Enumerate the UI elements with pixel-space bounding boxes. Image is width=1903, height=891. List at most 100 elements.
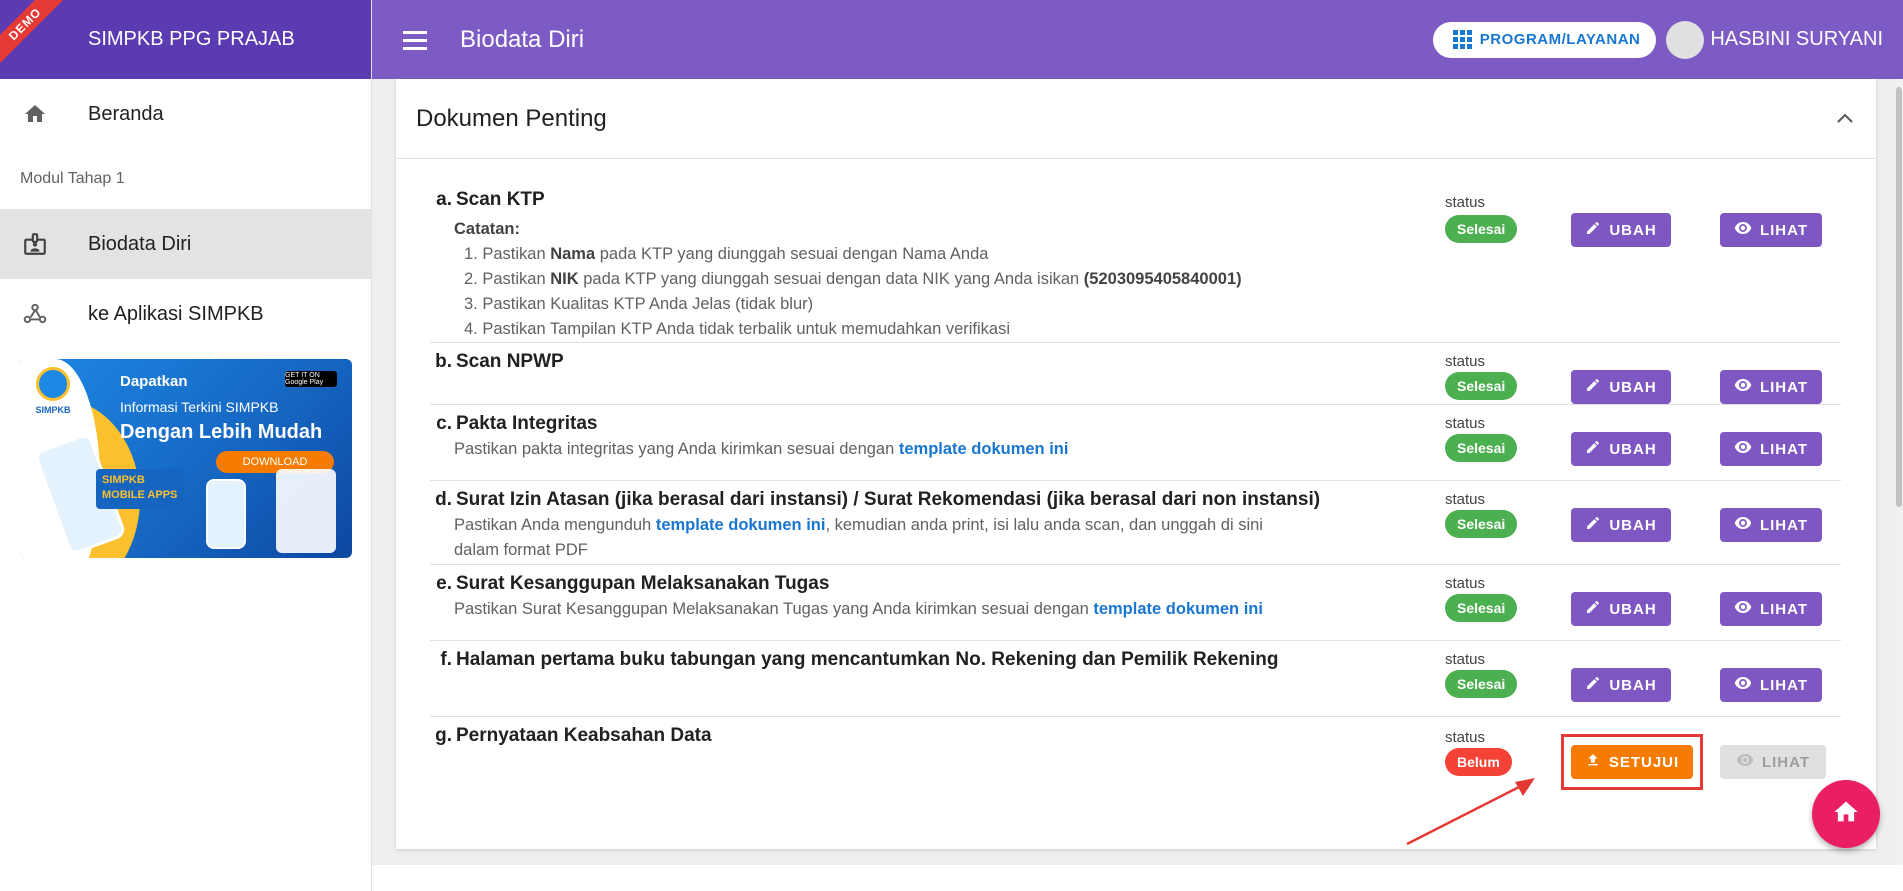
pencil-icon: [1585, 599, 1601, 619]
status-badge: Selesai: [1445, 594, 1518, 622]
scrollbar-thumb[interactable]: [1896, 87, 1902, 507]
eye-icon: [1734, 600, 1752, 618]
pencil-icon: [1585, 220, 1601, 240]
ubah-button[interactable]: UBAH: [1571, 592, 1671, 626]
lihat-button[interactable]: LIHAT: [1720, 370, 1822, 404]
eye-icon: [1734, 440, 1752, 458]
status-badge: Selesai: [1445, 215, 1518, 243]
badge-icon: [20, 229, 50, 259]
status-label: status: [1445, 353, 1486, 370]
sidebar-item-aplikasi-simpkb[interactable]: ke Aplikasi SIMPKB: [0, 279, 371, 349]
promo-line2: Informasi Terkini SIMPKB: [120, 399, 279, 415]
document-row-surat-izin: d. Surat Izin Atasan (jika berasal dari i…: [430, 481, 1841, 565]
demo-ribbon: DEMO: [0, 0, 71, 70]
sidebar-item-label: ke Aplikasi SIMPKB: [88, 302, 264, 325]
simpkb-logo: SIMPKB: [32, 367, 74, 419]
phone-illustration: [276, 469, 336, 553]
pencil-icon: [1585, 675, 1601, 695]
document-row-pakta: c. Pakta Integritas Pastikan pakta integr…: [430, 405, 1841, 481]
ubah-button[interactable]: UBAH: [1571, 432, 1671, 466]
ubah-button[interactable]: UBAH: [1571, 668, 1671, 702]
document-row-pernyataan: g. Pernyataan Keabsahan Data status Belum…: [430, 717, 1841, 807]
sidebar-item-biodata-diri[interactable]: Biodata Diri: [0, 209, 371, 279]
eye-icon: [1734, 378, 1752, 396]
pencil-icon: [1585, 377, 1601, 397]
status-label: status: [1445, 575, 1486, 592]
document-title: a. Scan KTP: [436, 189, 545, 210]
document-description: Pastikan pakta integritas yang Anda kiri…: [454, 440, 1069, 458]
lihat-button-disabled: LIHAT: [1720, 745, 1826, 779]
status-badge: Selesai: [1445, 434, 1518, 462]
home-icon: [20, 99, 50, 129]
avatar[interactable]: [1666, 20, 1705, 59]
document-row-ktp: a. Scan KTP Catatan: 1. Pastikan Nama pad…: [430, 189, 1841, 343]
status-label: status: [1445, 415, 1486, 432]
document-title: b. Scan NPWP: [435, 351, 564, 372]
status-label: status: [1445, 651, 1486, 668]
eye-icon: [1734, 516, 1752, 534]
webhook-icon: [20, 299, 50, 329]
lihat-button[interactable]: LIHAT: [1720, 432, 1822, 466]
document-title: e. Surat Kesanggupan Melaksanakan Tugas: [436, 573, 830, 594]
lihat-button[interactable]: LIHAT: [1720, 213, 1822, 247]
upload-icon: [1585, 752, 1601, 772]
sidebar-item-label: Beranda: [88, 102, 164, 125]
home-fab-button[interactable]: [1812, 780, 1880, 848]
sidebar-item-label: Biodata Diri: [88, 232, 192, 255]
template-link[interactable]: template dokumen ini: [656, 516, 826, 534]
app-title[interactable]: SIMPKB PPG PRAJAB: [88, 28, 295, 51]
status-label: status: [1445, 491, 1486, 508]
status-label: status: [1445, 729, 1486, 746]
eye-icon: [1734, 221, 1752, 239]
google-play-badge[interactable]: GET IT ON Google Play: [285, 371, 337, 387]
status-badge: Selesai: [1445, 372, 1518, 400]
status-badge: Selesai: [1445, 510, 1518, 538]
pencil-icon: [1585, 439, 1601, 459]
scrollbar[interactable]: [1895, 79, 1903, 865]
sidebar-item-beranda[interactable]: Beranda: [0, 79, 371, 149]
annotation-arrow: [1406, 778, 1535, 846]
template-link[interactable]: template dokumen ini: [899, 440, 1069, 458]
chevron-up-icon[interactable]: [1836, 107, 1854, 130]
document-description: Pastikan Surat Kesanggupan Melaksanakan …: [454, 600, 1263, 618]
document-row-buku-tabungan: f. Halaman pertama buku tabungan yang men…: [430, 641, 1841, 717]
apps-grid-icon: [1452, 30, 1472, 49]
document-title: f. Halaman pertama buku tabungan yang men…: [440, 649, 1279, 670]
program-layanan-button[interactable]: PROGRAM/LAYANAN: [1432, 21, 1657, 58]
document-row-surat-kesanggupan: e. Surat Kesanggupan Melaksanakan Tugas P…: [430, 565, 1841, 641]
eye-icon: [1736, 753, 1754, 771]
document-notes: Catatan: 1. Pastikan Nama pada KTP yang …: [454, 220, 1242, 338]
promo-line1: Dapatkan: [120, 373, 188, 390]
sidebar: DEMO SIMPKB PPG PRAJAB Beranda Modul Tah…: [0, 0, 372, 891]
ubah-button[interactable]: UBAH: [1571, 213, 1671, 247]
eye-icon: [1734, 676, 1752, 694]
status-label: status: [1445, 194, 1486, 211]
sidebar-section-label: Modul Tahap 1: [20, 170, 125, 187]
lihat-button[interactable]: LIHAT: [1720, 592, 1822, 626]
main-content: Dokumen Penting a. Scan KTP Catatan: 1. P…: [372, 79, 1903, 865]
promo-banner[interactable]: SIMPKB GET IT ON Google Play Dapatkan In…: [20, 359, 352, 558]
page-title: Biodata Diri: [460, 25, 585, 53]
card-header[interactable]: Dokumen Penting: [396, 79, 1876, 159]
promo-mobile-apps: SIMPKB MOBILE APPS: [96, 469, 184, 509]
home-icon: [1831, 798, 1861, 831]
card-title: Dokumen Penting: [416, 104, 607, 132]
menu-icon[interactable]: [386, 30, 446, 50]
setujui-button[interactable]: SETUJUI: [1571, 745, 1693, 779]
document-title: g. Pernyataan Keabsahan Data: [435, 725, 712, 746]
user-name[interactable]: HASBINI SURYANI: [1710, 28, 1883, 51]
document-title: c. Pakta Integritas: [436, 413, 598, 434]
template-link[interactable]: template dokumen ini: [1093, 600, 1263, 618]
ubah-button[interactable]: UBAH: [1571, 370, 1671, 404]
promo-line3: Dengan Lebih Mudah: [120, 421, 323, 443]
dokumen-card: Dokumen Penting a. Scan KTP Catatan: 1. P…: [396, 79, 1876, 849]
status-badge: Selesai: [1445, 670, 1518, 698]
lihat-button[interactable]: LIHAT: [1720, 508, 1822, 542]
document-title: d. Surat Izin Atasan (jika berasal dari i…: [435, 489, 1321, 510]
pencil-icon: [1585, 515, 1601, 535]
ubah-button[interactable]: UBAH: [1571, 508, 1671, 542]
document-description: Pastikan Anda mengunduh template dokumen…: [454, 516, 1263, 559]
phone-illustration: [206, 479, 246, 549]
document-row-npwp: b. Scan NPWP status Selesai UBAH LIHAT: [430, 343, 1841, 405]
lihat-button[interactable]: LIHAT: [1720, 668, 1822, 702]
